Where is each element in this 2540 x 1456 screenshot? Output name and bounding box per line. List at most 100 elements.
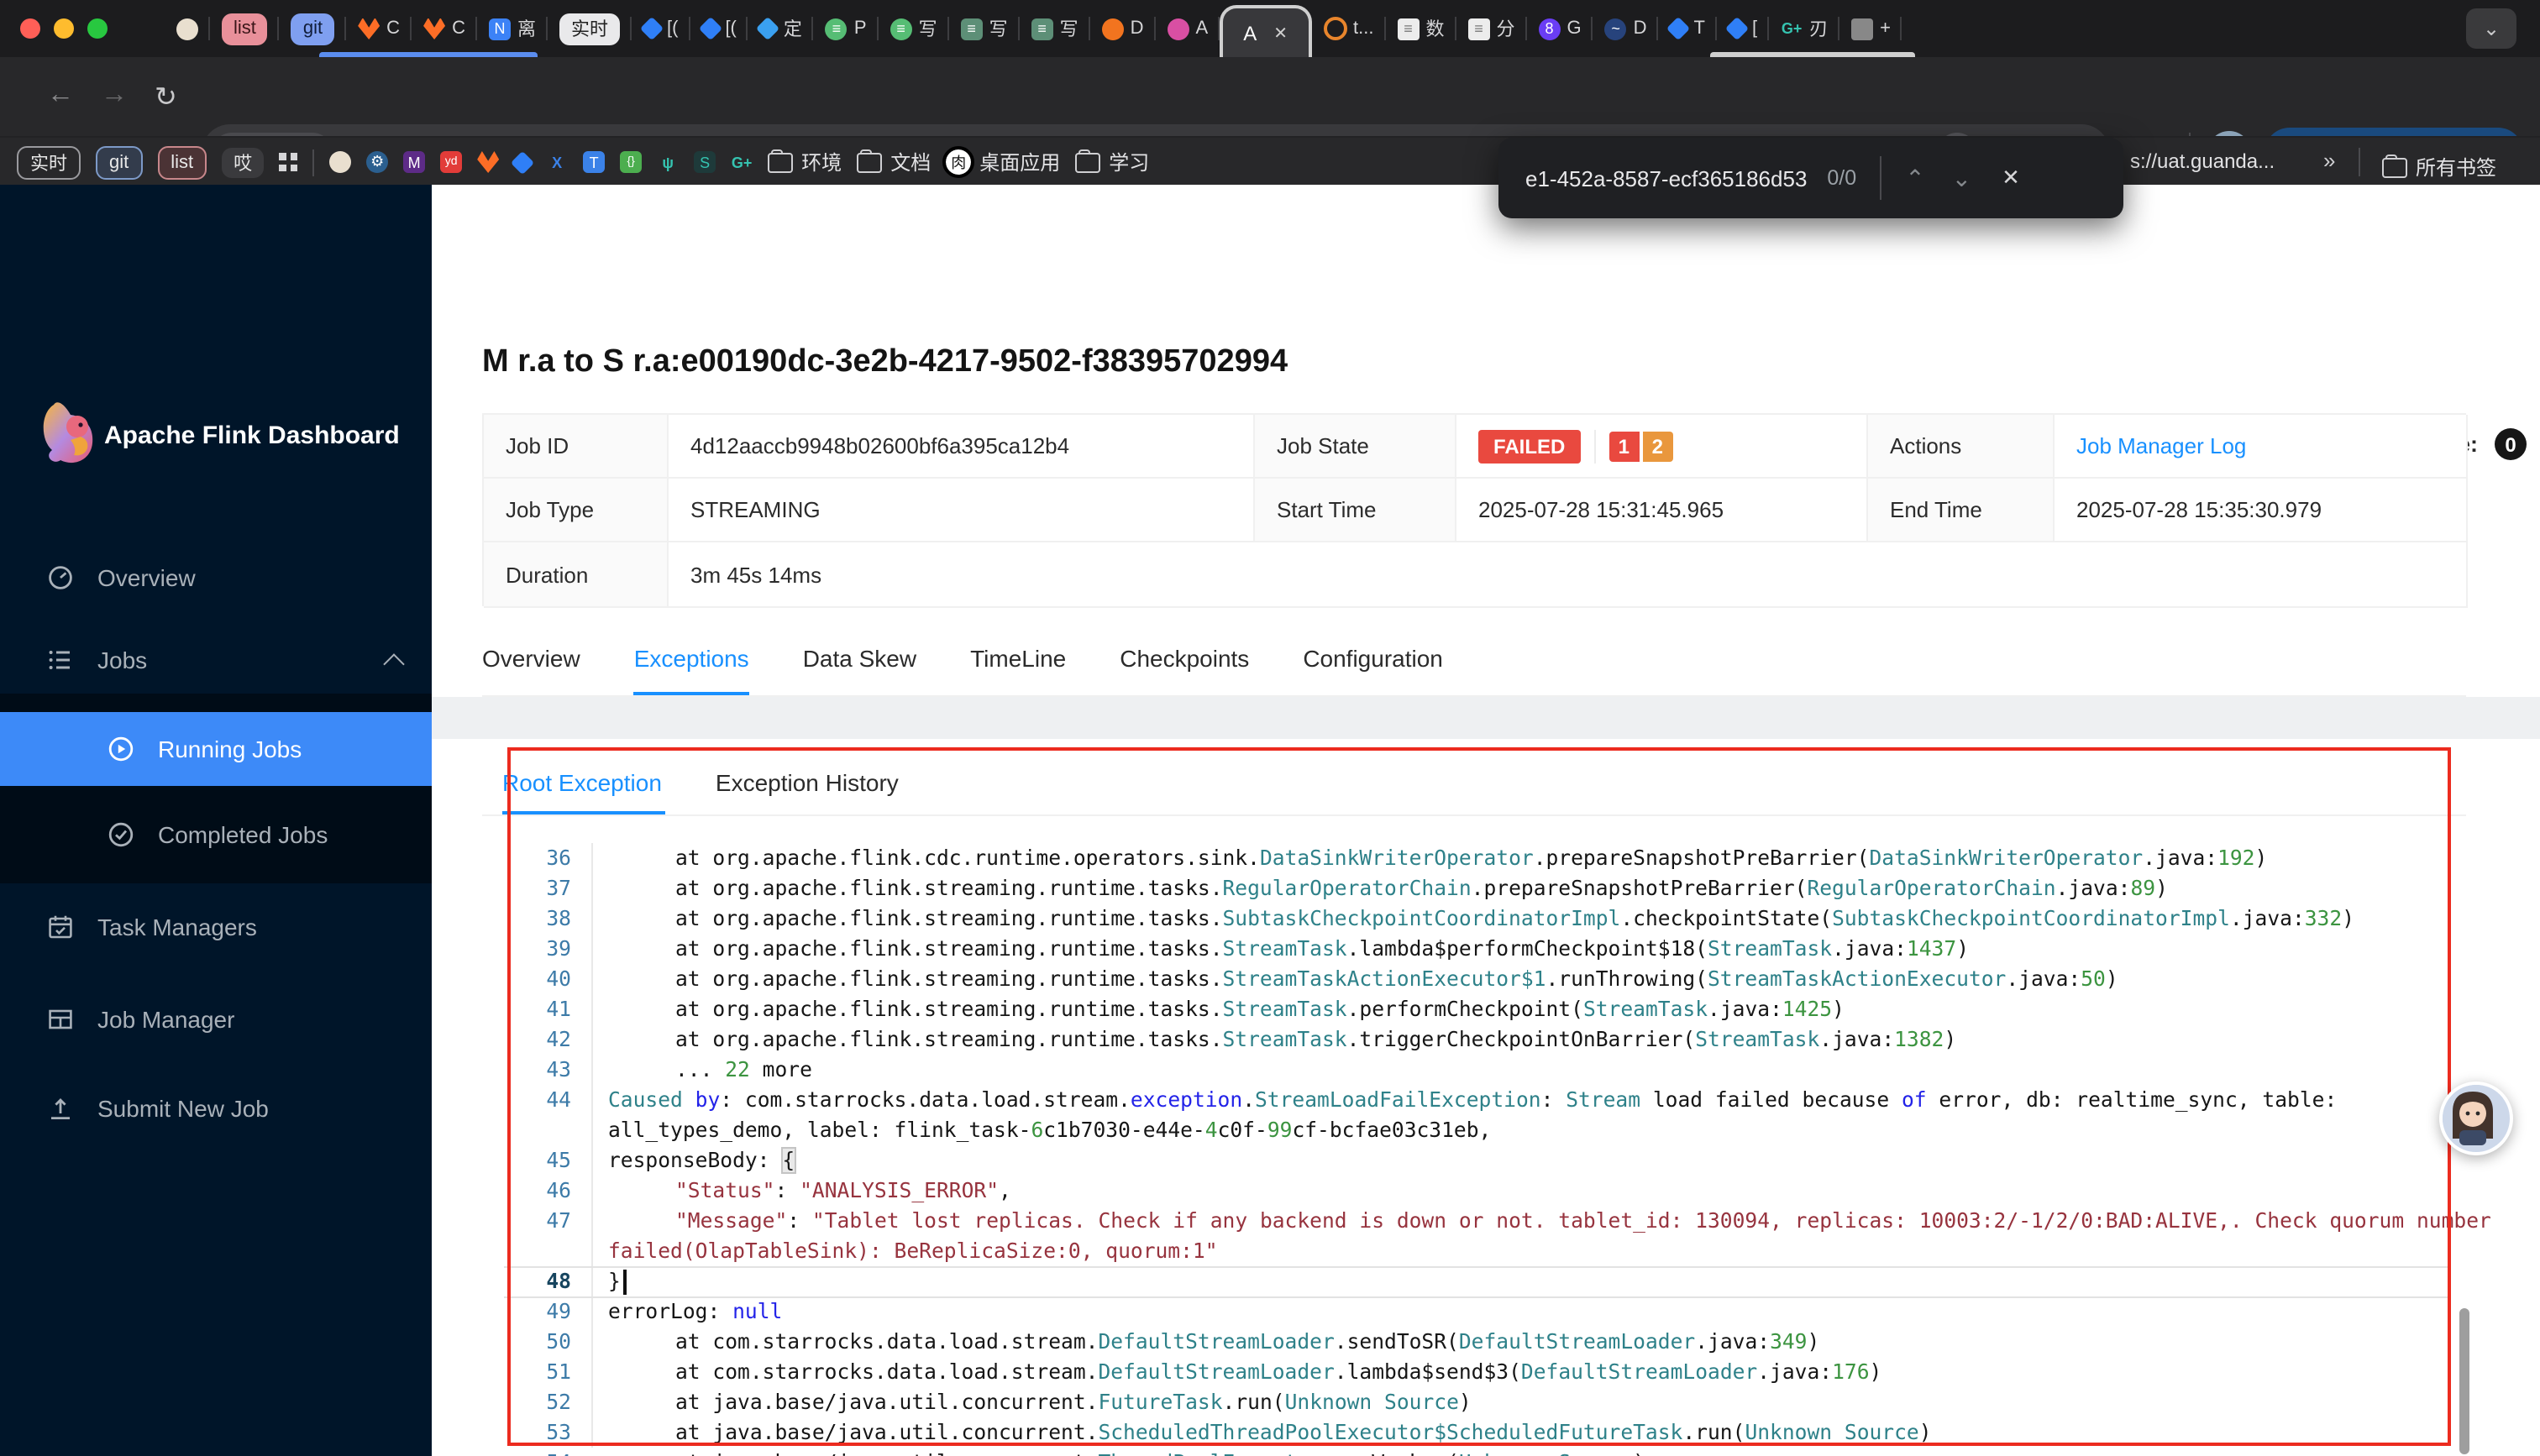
bookmark-plant-icon[interactable]: ψ (657, 151, 679, 173)
tab-title: T (1693, 18, 1705, 39)
bookmark-x-icon[interactable]: X (546, 151, 568, 173)
minimize-window-button[interactable] (54, 18, 74, 39)
bookmark-jenkins-icon[interactable] (329, 151, 352, 173)
sidebar-item-completed-jobs[interactable]: Completed Jobs (0, 801, 432, 868)
tab-exceptions[interactable]: Exceptions (633, 645, 749, 695)
reload-icon[interactable]: ↻ (155, 81, 177, 114)
bookmarks-divider (2359, 148, 2360, 176)
bookmark-diamond-icon[interactable] (511, 149, 535, 175)
all-bookmarks-label: 所有书签 (2416, 156, 2497, 180)
bookmark-group-chip[interactable]: git (96, 145, 143, 179)
tab-overview[interactable]: Overview (482, 645, 580, 695)
browser-tab[interactable]: 8G (1526, 0, 1593, 57)
code-token: at org.apache.flink.cdc.runtime.operator… (675, 846, 1260, 870)
browser-tab[interactable]: ≡ 写 (949, 0, 1020, 57)
tab-close-icon[interactable]: ✕ (1273, 24, 1288, 43)
bookmark-folder-study[interactable]: 学习 (1075, 148, 1149, 176)
browser-tab[interactable]: ≡ 写 (879, 0, 949, 57)
browser-tab[interactable]: T (1659, 0, 1717, 57)
browser-tab[interactable]: [( (690, 0, 748, 57)
browser-tab[interactable]: N离 (477, 0, 548, 57)
browser-tab[interactable]: D (1090, 0, 1156, 57)
tab-data-skew[interactable]: Data Skew (803, 645, 916, 695)
text-cursor (623, 1270, 627, 1295)
floating-assistant-avatar[interactable] (2439, 1082, 2513, 1155)
sidebar-item-task-managers[interactable]: Task Managers (0, 893, 432, 961)
browser-tab[interactable]: list (210, 0, 280, 57)
bookmark-teambition-icon[interactable]: T (583, 151, 606, 173)
code-token: more (749, 1058, 812, 1082)
browser-tab[interactable]: A (1156, 0, 1220, 57)
browser-tab[interactable]: git (280, 0, 347, 57)
bookmark-desktop-app[interactable]: 肉桌面应用 (942, 146, 1060, 178)
find-close-icon[interactable]: ✕ (2002, 165, 2020, 191)
message-count-badge[interactable]: 0 (2495, 428, 2527, 460)
tab-groups-grid-icon[interactable] (279, 153, 298, 171)
bookmark-gitlab-icon[interactable] (477, 151, 500, 173)
browser-tab[interactable]: ≡ 分 (1456, 0, 1527, 57)
browser-tab[interactable]: [ (1717, 0, 1770, 57)
back-icon[interactable]: ← (47, 81, 74, 111)
code-token: .runWorker( (1322, 1451, 1459, 1456)
browser-tab[interactable]: t... (1311, 0, 1386, 57)
bookmark-gear-icon[interactable]: ⚙ (366, 151, 389, 173)
all-bookmarks-button[interactable]: 所有书签 (2382, 153, 2496, 181)
browser-tab[interactable]: C (346, 0, 412, 57)
sidebar-item-label: Overview (97, 564, 196, 591)
code-token: DataSinkWriterOperator (1259, 846, 1534, 870)
browser-tab[interactable]: 定 (748, 0, 814, 57)
bookmark-folder-env[interactable]: 环境 (768, 148, 842, 176)
close-window-button[interactable] (20, 18, 40, 39)
bookmark-gplus-icon[interactable]: G+ (731, 151, 753, 173)
find-next-icon[interactable]: ⌄ (1952, 164, 1971, 192)
tab-group-chip[interactable]: list (222, 13, 268, 45)
sidebar-item-jobs[interactable]: Jobs (0, 626, 432, 694)
sidebar-item-overview[interactable]: Overview (0, 544, 432, 611)
bookmark-folder-docs[interactable]: 文档 (857, 148, 931, 176)
code-token: c0f- (1217, 1118, 1267, 1142)
state-count-badge-1[interactable]: 1 (1608, 431, 1640, 461)
browser-tab[interactable]: ≡ P (814, 0, 879, 57)
scrollbar-thumb[interactable] (2459, 1308, 2469, 1454)
tab-timeline[interactable]: TimeLine (970, 645, 1066, 695)
code-token: DataSinkWriterOperator (1869, 846, 2144, 870)
job-manager-log-link[interactable]: Job Manager Log (2055, 415, 2468, 479)
bookmarks-overflow-chevron[interactable]: » (2323, 148, 2335, 173)
sidebar-item-submit-new-job[interactable]: Submit New Job (0, 1075, 432, 1142)
tab-configuration[interactable]: Configuration (1303, 645, 1443, 695)
bookmark-json-icon[interactable]: {} (620, 151, 643, 173)
bookmark-item-truncated[interactable]: s://uat.guanda... (2130, 149, 2275, 173)
browser-tab[interactable]: 实时 (548, 0, 632, 57)
tab-group-chip[interactable]: git (291, 13, 335, 45)
browser-tab[interactable]: G+ 刃 (1769, 0, 1840, 57)
find-previous-icon[interactable]: ⌃ (1905, 164, 1924, 192)
find-input[interactable]: e1-452a-8587-ecf365186d53 (1525, 165, 1807, 191)
browser-tab[interactable]: + (1839, 0, 1902, 57)
bookmark-shield-s-icon[interactable]: S (694, 151, 716, 173)
bookmark-group-chip[interactable]: 哎 (222, 147, 265, 177)
browser-tab[interactable]: ~ D (1593, 0, 1659, 57)
bookmark-mybatis-icon[interactable]: M (403, 151, 426, 173)
bookmark-group-chip[interactable]: 实时 (17, 145, 81, 179)
state-count-badge-2[interactable]: 2 (1642, 431, 1673, 461)
browser-tab[interactable]: C (412, 0, 477, 57)
tab-root-exception[interactable]: Root Exception (502, 769, 662, 796)
browser-tab-active[interactable]: A ✕ (1220, 5, 1311, 59)
zoom-window-button[interactable] (87, 18, 108, 39)
browser-tab[interactable] (165, 0, 210, 57)
browser-tab[interactable]: ≡ 数 (1385, 0, 1456, 57)
bookmark-group-chip[interactable]: list (157, 145, 207, 179)
current-line-top-rule (504, 1266, 2449, 1268)
tab-checkpoints[interactable]: Checkpoints (1120, 645, 1249, 695)
tab-group-chip[interactable]: 实时 (559, 13, 620, 45)
browser-tab[interactable]: ≡ 写 (1020, 0, 1090, 57)
sidebar-item-job-manager[interactable]: Job Manager (0, 986, 432, 1053)
tab-search-chevron-button[interactable]: ⌄ (2466, 8, 2516, 49)
browser-tab[interactable]: [( (632, 0, 690, 57)
sidebar-item-running-jobs[interactable]: Running Jobs (0, 712, 432, 786)
bookmark-youdao-icon[interactable]: yd (440, 151, 463, 173)
shield-s-icon: S (694, 151, 716, 173)
code-token: DefaultStreamLoader (1458, 1330, 1696, 1354)
tab-exception-history[interactable]: Exception History (716, 769, 899, 796)
forward-icon[interactable]: → (101, 81, 128, 111)
